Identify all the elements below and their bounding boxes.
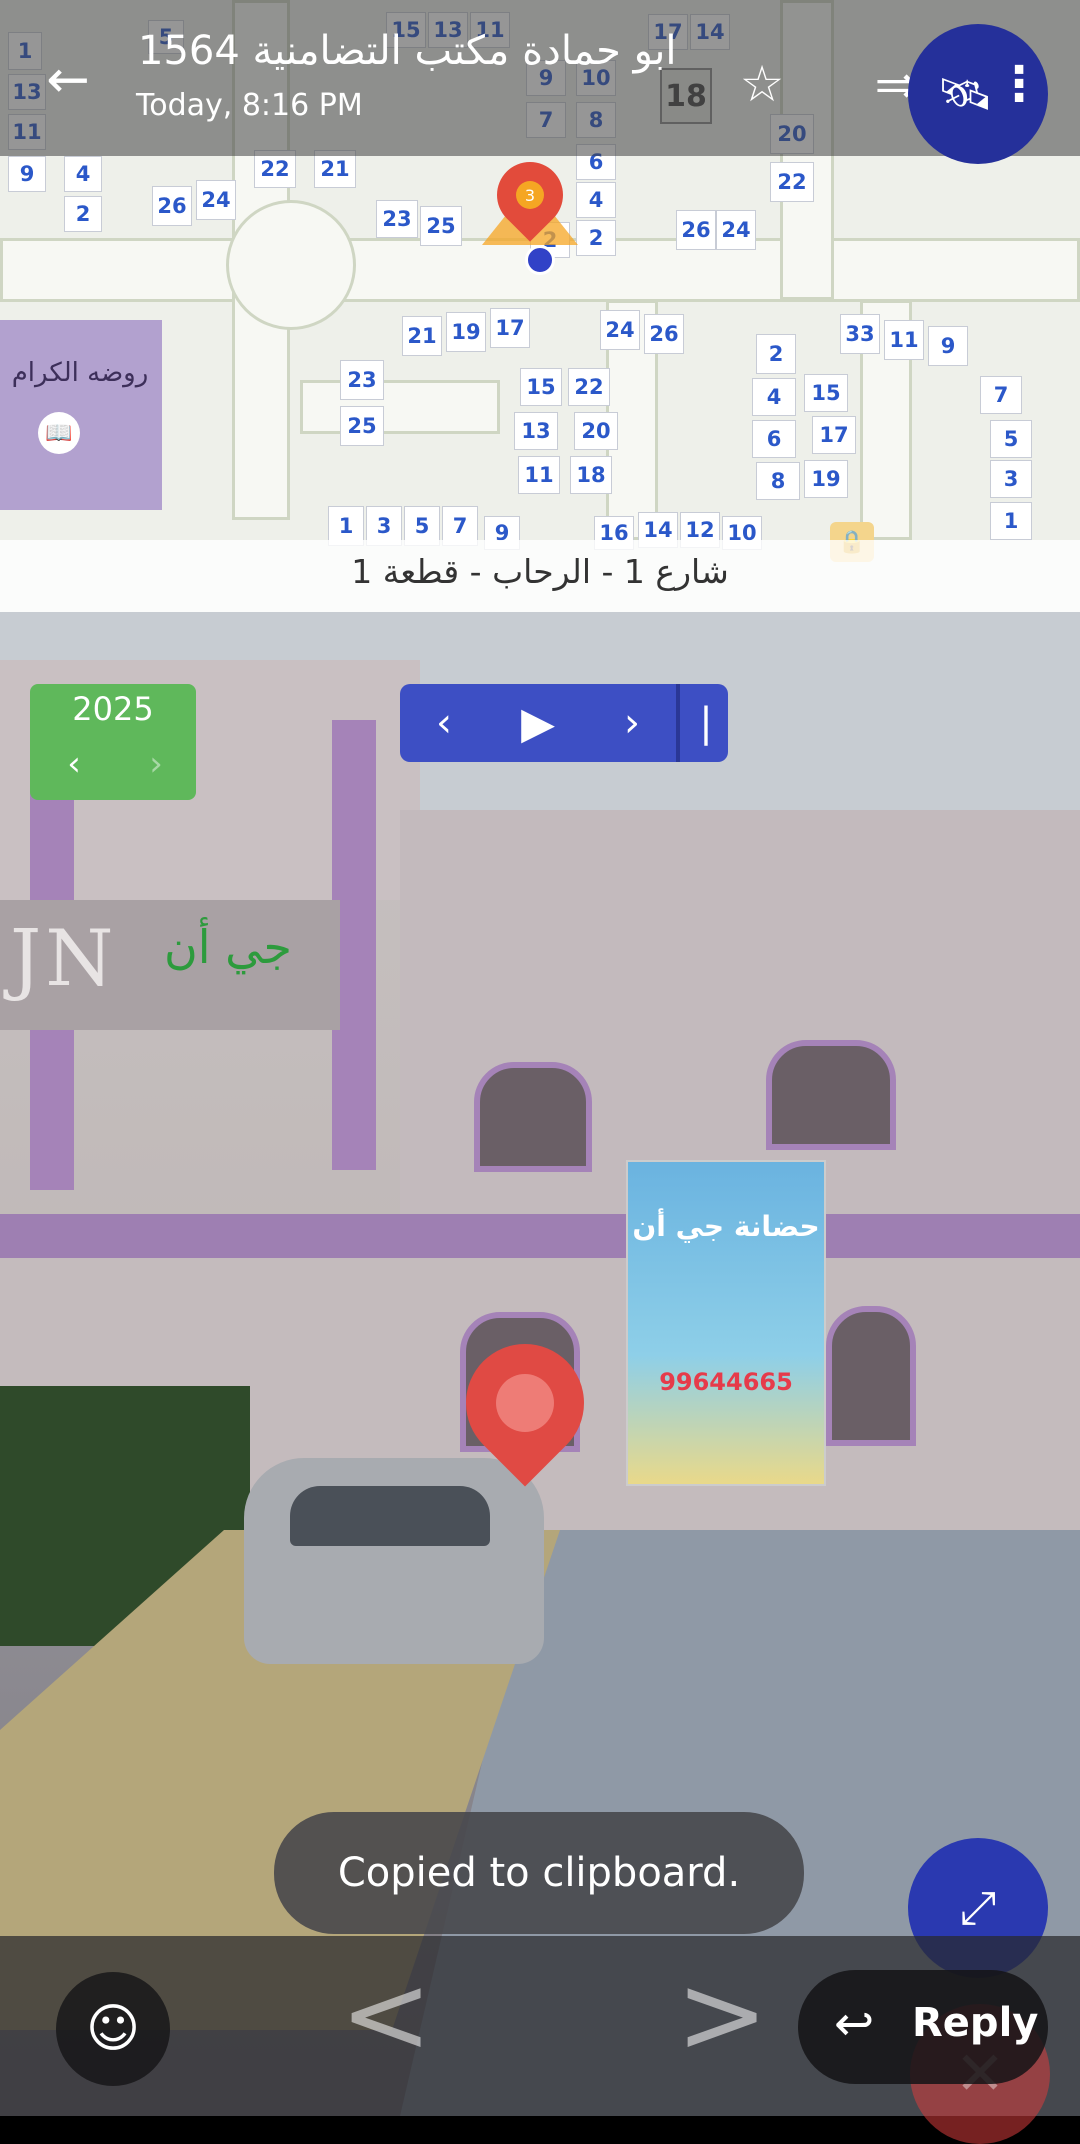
- toast-message: Copied to clipboard.: [274, 1812, 804, 1934]
- map-lot: 9: [928, 326, 968, 366]
- map-lot: 15: [520, 368, 562, 406]
- map-lot: 19: [446, 312, 486, 352]
- current-location-dot-icon: [525, 245, 555, 275]
- next-frame-button[interactable]: ›: [596, 690, 668, 756]
- street-label: شارع 1 - الرحاب - قطعة 1: [351, 552, 729, 591]
- reply-label: Reply: [912, 2000, 1039, 2046]
- chevron-left-icon: ‹: [436, 700, 452, 746]
- add-reaction-button[interactable]: ☺: [56, 1972, 170, 2086]
- map-lot: 20: [574, 412, 618, 450]
- pan-left-arrow-icon[interactable]: <: [340, 1950, 432, 2078]
- map-landmark-area: [0, 320, 162, 510]
- arrow-left-icon: ←: [46, 50, 90, 110]
- map-lot: 24: [600, 310, 640, 350]
- map-lot: 4: [64, 156, 102, 192]
- bar-icon: |: [699, 700, 713, 746]
- banner-phone: 99644665: [659, 1368, 793, 1396]
- chevron-right-icon: ›: [149, 744, 163, 784]
- storefront-sign-letters: JN: [10, 914, 118, 1004]
- banner-title: حضانة جي أن: [632, 1210, 820, 1243]
- location-pin-label: 3: [516, 181, 544, 209]
- map-roundabout: [226, 200, 356, 330]
- map-lot: 13: [514, 412, 558, 450]
- map-lot: 24: [716, 210, 756, 250]
- map-lot: 26: [644, 314, 684, 354]
- map-lot: 24: [196, 180, 236, 220]
- map-lot: 18: [570, 456, 612, 494]
- play-icon: ▶: [521, 697, 555, 749]
- storefront-sign-arabic: جي أن: [164, 920, 292, 974]
- map-lot: 1: [990, 502, 1032, 540]
- map-lot: 26: [152, 186, 192, 226]
- map-lot: 25: [340, 406, 384, 446]
- map-lot: 11: [518, 456, 560, 494]
- map-lot: 19: [804, 460, 848, 498]
- map-lot: 23: [340, 360, 384, 400]
- map-lot: 17: [812, 416, 856, 454]
- more-options-button[interactable]: ⋮: [994, 52, 1044, 116]
- map-lot: 5: [990, 420, 1032, 458]
- map-lot: 26: [676, 210, 716, 250]
- reply-arrow-icon: ↩: [834, 1996, 875, 2052]
- play-button[interactable]: ▶: [502, 690, 574, 756]
- building-window: [766, 1040, 896, 1150]
- map-lot: 17: [490, 308, 530, 348]
- map-lot: 2: [576, 220, 616, 256]
- chat-title: ابو حمادة مكتب التضامنية 1564: [138, 28, 677, 74]
- chevron-left-icon: ‹: [67, 744, 81, 784]
- year-label: 2025: [72, 690, 154, 728]
- pan-right-arrow-icon[interactable]: >: [676, 1950, 768, 2078]
- photo-location-pin-dot: [496, 1374, 554, 1432]
- map-lot: 22: [770, 162, 814, 202]
- year-next-button[interactable]: ›: [136, 744, 176, 784]
- car-window: [290, 1486, 490, 1546]
- map-lot: 25: [420, 206, 462, 246]
- map-lot: 4: [576, 182, 616, 218]
- satellite-icon: 🛰: [937, 69, 993, 120]
- star-outline-icon: ☆: [739, 55, 785, 113]
- map-lot: 33: [840, 314, 880, 354]
- building-window: [474, 1062, 592, 1172]
- skip-end-button[interactable]: |: [688, 690, 724, 756]
- map-lot: 8: [756, 462, 800, 500]
- map-lot: 22: [568, 368, 610, 406]
- book-icon: 📖: [38, 412, 80, 454]
- expand-icon: ⤢: [959, 1880, 997, 1934]
- building-window: [826, 1306, 916, 1446]
- map-lot: 11: [884, 320, 924, 360]
- map-road: [300, 380, 500, 434]
- previous-frame-button[interactable]: ‹: [408, 690, 480, 756]
- map-lot: 15: [804, 374, 848, 412]
- map-lot: 23: [376, 200, 418, 238]
- map-lot: 7: [980, 376, 1022, 414]
- map-lot: 6: [752, 420, 796, 458]
- chat-subtitle: Today, 8:16 PM: [136, 88, 363, 123]
- year-prev-button[interactable]: ‹: [54, 744, 94, 784]
- map-lot: 2: [756, 334, 796, 374]
- chevron-right-icon: ›: [624, 700, 640, 746]
- star-button[interactable]: ☆: [730, 52, 794, 116]
- map-lot: 3: [990, 460, 1032, 498]
- map-lot: 2: [64, 196, 102, 232]
- back-button[interactable]: ←: [36, 48, 100, 112]
- emoji-add-icon: ☺: [85, 1999, 141, 2059]
- building-stripe: [0, 1214, 1080, 1258]
- map-lot: 4: [752, 378, 796, 416]
- nursery-banner: [626, 1160, 826, 1486]
- playback-divider: [676, 684, 680, 762]
- more-vert-icon: ⋮: [995, 56, 1043, 112]
- map-lot: 9: [8, 156, 46, 192]
- map-landmark-label: روضه الكرام: [11, 358, 149, 388]
- map-lot: 21: [402, 316, 442, 356]
